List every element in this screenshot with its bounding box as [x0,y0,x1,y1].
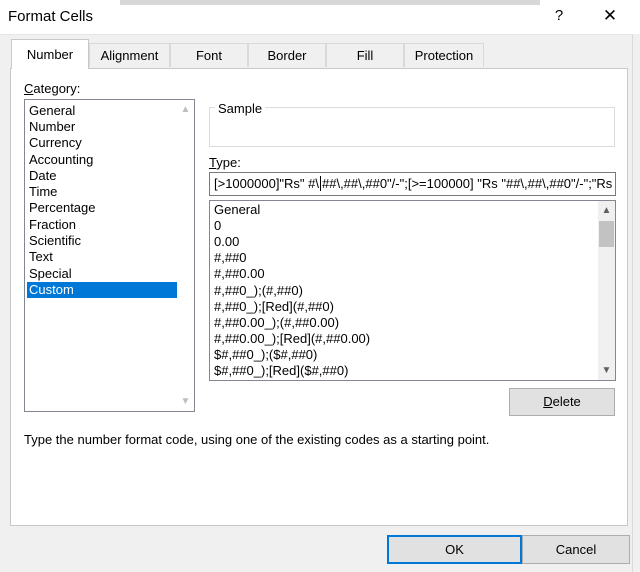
tab-font[interactable]: Font [170,43,248,67]
format-code-item[interactable]: $#,##0_);($#,##0) [214,347,317,363]
background-ribbon-strip [120,0,540,5]
category-item-text[interactable]: Text [27,249,177,265]
format-code-item[interactable]: #,##0 [214,250,247,266]
scroll-up-icon[interactable]: ▲ [598,202,615,219]
scroll-down-icon[interactable]: ▼ [598,362,615,379]
tab-border[interactable]: Border [248,43,326,67]
format-code-item[interactable]: $#,##0_);[Red]($#,##0) [214,363,348,379]
delete-button[interactable]: Delete [509,388,615,416]
category-item-general[interactable]: General [27,103,177,119]
format-code-item[interactable]: #,##0_);(#,##0) [214,283,303,299]
category-item-currency[interactable]: Currency [27,135,177,151]
tab-protection[interactable]: Protection [404,43,484,67]
help-button[interactable]: ? [546,4,572,28]
type-label: Type: [209,155,241,170]
category-item-time[interactable]: Time [27,184,177,200]
tab-fill[interactable]: Fill [326,43,404,67]
format-code-item[interactable]: 0.00 [214,234,239,250]
tab-alignment[interactable]: Alignment [89,43,170,67]
category-label: Category: [24,81,81,96]
category-item-number[interactable]: Number [27,119,177,135]
format-code-item[interactable]: #,##0_);[Red](#,##0) [214,299,334,315]
dialog-title: Format Cells [8,8,94,25]
category-item-fraction[interactable]: Fraction [27,217,177,233]
format-code-item[interactable]: #,##0.00 [214,266,265,282]
format-code-item[interactable]: #,##0.00_);(#,##0.00) [214,315,339,331]
format-list-scrollbar[interactable]: ▲ ▼ [598,201,615,380]
category-item-scientific[interactable]: Scientific [27,233,177,249]
scroll-up-icon[interactable]: ▲ [177,101,194,118]
ok-button[interactable]: OK [387,535,522,564]
format-code-item[interactable]: General [214,202,260,218]
title-bar [0,0,640,35]
text-caret [320,176,321,191]
dialog-right-edge [632,34,640,572]
format-code-item[interactable]: 0 [214,218,221,234]
type-input[interactable]: [>1000000]"Rs" #\ ##\,##\,##0"/-";[>=1000… [209,172,616,196]
category-item-custom[interactable]: Custom [27,282,177,298]
category-listbox[interactable]: General Number Currency Accounting Date … [24,99,195,412]
scrollbar-thumb[interactable] [599,221,614,247]
category-item-special[interactable]: Special [27,266,177,282]
sample-group [209,107,615,147]
tab-number[interactable]: Number [11,39,89,69]
category-item-date[interactable]: Date [27,168,177,184]
category-item-accounting[interactable]: Accounting [27,152,177,168]
close-icon[interactable]: ✕ [596,4,624,28]
format-code-listbox[interactable]: General 0 0.00 #,##0 #,##0.00 #,##0_);(#… [209,200,616,381]
format-code-item[interactable]: #,##0.00_);[Red](#,##0.00) [214,331,370,347]
category-item-percentage[interactable]: Percentage [27,200,177,216]
scroll-down-icon[interactable]: ▼ [177,393,194,410]
category-scrollbar[interactable]: ▲ ▼ [177,100,194,411]
sample-label: Sample [215,101,266,116]
help-text: Type the number format code, using one o… [24,432,490,447]
cancel-button[interactable]: Cancel [522,535,630,564]
